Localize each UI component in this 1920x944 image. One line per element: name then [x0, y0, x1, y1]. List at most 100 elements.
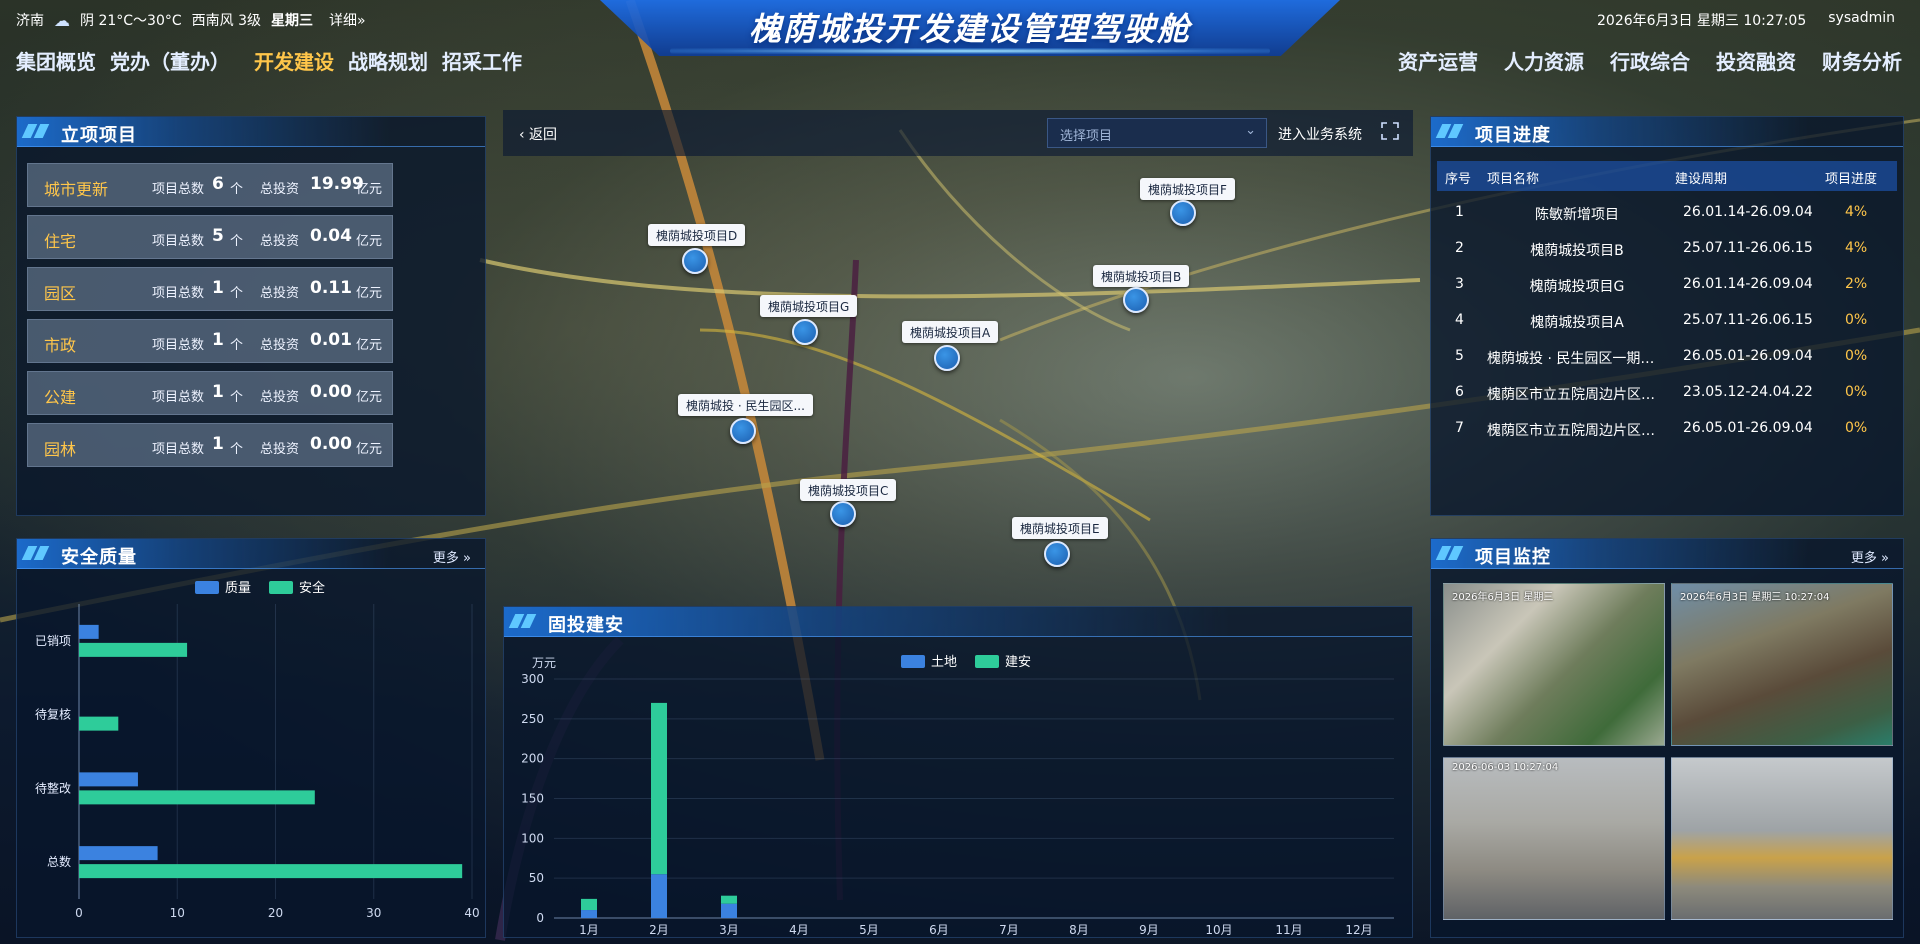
col-header-no: 序号 — [1445, 172, 1472, 187]
nav-item-development[interactable]: 开发建设 — [254, 46, 334, 75]
bar — [79, 790, 315, 805]
x-tick-label: 0 — [75, 906, 83, 920]
x-tick-label: 12月 — [1345, 923, 1372, 937]
cloudy-rain-icon: ☁ — [54, 10, 70, 30]
nav-item-party-office[interactable]: 党办（董办） — [110, 46, 230, 75]
nav-item-procurement[interactable]: 招采工作 — [442, 46, 522, 75]
panel-header: 项目进度 — [1431, 117, 1903, 147]
user-name[interactable]: sysadmin — [1828, 10, 1895, 30]
bar — [79, 864, 463, 879]
weather-detail-link[interactable]: 详细» — [329, 10, 366, 30]
count-unit: 个 — [230, 390, 244, 405]
invest-unit: 亿元 — [356, 390, 383, 405]
marker-label: 槐荫城投项目G — [760, 295, 858, 317]
row-no: 5 — [1455, 348, 1464, 364]
row-progress: 0% — [1845, 312, 1868, 328]
datetime-user: 2026年6月3日 星期三 10:27:05 sysadmin — [1597, 10, 1895, 30]
table-row[interactable]: 1 陈敏新增项目 26.01.14-26.09.04 4% — [1437, 195, 1897, 231]
nav-item-admin[interactable]: 行政综合 — [1610, 46, 1690, 75]
camera-feed-1[interactable]: 2026年6月3日 星期三 — [1443, 583, 1665, 746]
map-pin-icon — [1123, 287, 1149, 313]
count-unit: 个 — [230, 442, 244, 457]
row-name: 槐荫城投项目B — [1530, 243, 1624, 259]
camera-feed-3[interactable]: 2026-06-03 10:27:04 — [1443, 757, 1665, 920]
fixed-investment-chart: 万元 0 50 100 150 200 250 300 1月 2月 3月 4月 5月 6月 7月 8月 9月 10… — [521, 656, 1394, 937]
project-category-row[interactable]: 园林 项目总数 1 个 总投资 0.00 亿元 — [27, 423, 393, 467]
row-progress: 2% — [1845, 276, 1868, 292]
fullscreen-icon[interactable] — [1381, 122, 1399, 140]
panel-header: 固投建安 — [504, 607, 1412, 637]
row-no: 7 — [1455, 420, 1464, 436]
x-tick-label: 6月 — [929, 923, 949, 937]
marker-label: 槐荫城投项目E — [1012, 517, 1108, 539]
project-select[interactable]: 选择项目 ⌄ — [1047, 118, 1267, 148]
panel-title: 安全质量 — [61, 547, 137, 568]
more-link[interactable]: 更多 » — [433, 547, 471, 566]
x-tick-label: 9月 — [1139, 923, 1159, 937]
table-header: 序号 项目名称 建设周期 项目进度 — [1437, 161, 1897, 191]
count-value: 1 — [212, 434, 224, 454]
map-pin-icon — [934, 345, 960, 371]
panel-header: 项目监控 更多 » — [1431, 539, 1903, 569]
row-name: 槐荫区市立五院周边片区二... — [1487, 387, 1667, 403]
row-no: 6 — [1455, 384, 1464, 400]
y-tick-label: 0 — [536, 911, 544, 925]
col-header-progress: 项目进度 — [1825, 172, 1878, 187]
safety-quality-panel: 安全质量 更多 » 质量 安全 0 10 20 30 40 总数 待整改 待复核 已销项 — [16, 538, 486, 938]
camera-feed-4[interactable] — [1671, 757, 1893, 920]
invest-unit: 亿元 — [356, 286, 383, 301]
datetime-text: 2026年6月3日 星期三 10:27:05 — [1597, 13, 1807, 29]
table-row[interactable]: 4 槐荫城投项目A 25.07.11-26.06.15 0% — [1437, 303, 1897, 339]
invest-label: 总投资 — [260, 286, 300, 301]
back-button[interactable]: ‹ 返回 — [519, 124, 557, 144]
nav-item-finance[interactable]: 财务分析 — [1822, 46, 1902, 75]
row-no: 4 — [1455, 312, 1464, 328]
invest-unit: 亿元 — [356, 338, 383, 353]
bar — [581, 910, 597, 918]
y-tick-label: 200 — [521, 752, 544, 766]
chevron-down-icon: ⌄ — [1245, 123, 1256, 138]
row-name: 陈敏新增项目 — [1535, 207, 1619, 223]
nav-item-group-overview[interactable]: 集团概览 — [16, 46, 96, 75]
nav-item-hr[interactable]: 人力资源 — [1504, 46, 1584, 75]
invest-label: 总投资 — [260, 390, 300, 405]
row-no: 3 — [1455, 276, 1464, 292]
panel-title: 项目进度 — [1475, 125, 1551, 146]
weekday-text: 星期三 — [271, 13, 313, 29]
table-row[interactable]: 6 槐荫区市立五院周边片区二... 23.05.12-24.04.22 0% — [1437, 375, 1897, 411]
row-progress: 0% — [1845, 420, 1868, 436]
count-unit: 个 — [230, 234, 244, 249]
x-tick-label: 20 — [268, 906, 283, 920]
bar — [651, 702, 667, 875]
table-row[interactable]: 3 槐荫城投项目G 26.01.14-26.09.04 2% — [1437, 267, 1897, 303]
nav-left: 集团概览 党办（董办） 开发建设 战略规划 招采工作 — [16, 46, 522, 75]
count-label: 项目总数 — [152, 182, 205, 197]
project-category-row[interactable]: 市政 项目总数 1 个 总投资 0.01 亿元 — [27, 319, 393, 363]
project-category-row[interactable]: 住宅 项目总数 5 个 总投资 0.04 亿元 — [27, 215, 393, 259]
x-tick-label: 4月 — [789, 923, 809, 937]
camera-timestamp: 2026-06-03 10:27:04 — [1452, 762, 1559, 773]
camera-feed-2[interactable]: 2026年6月3日 星期三 10:27:04 — [1671, 583, 1893, 746]
map-pin-icon — [1044, 541, 1070, 567]
weather-text: 阴 21°C～30°C — [80, 13, 182, 29]
nav-item-investment[interactable]: 投资融资 — [1716, 46, 1796, 75]
project-category-row[interactable]: 城市更新 项目总数 6 个总投资 19.99 亿元 — [27, 163, 393, 207]
count-value: 1 — [212, 330, 224, 350]
panel-header: 立项项目 — [17, 117, 485, 147]
x-tick-label: 40 — [464, 906, 479, 920]
x-tick-label: 30 — [366, 906, 381, 920]
count-value: 1 — [212, 382, 224, 402]
nav-item-strategy[interactable]: 战略规划 — [348, 46, 428, 75]
more-link[interactable]: 更多 » — [1851, 547, 1889, 566]
enter-system-button[interactable]: 进入业务系统 — [1278, 124, 1362, 144]
bar — [79, 716, 119, 731]
header-stripes-icon — [1435, 546, 1465, 560]
table-row[interactable]: 2 槐荫城投项目B 25.07.11-26.06.15 4% — [1437, 231, 1897, 267]
table-row[interactable]: 7 槐荫区市立五院周边片区二... 26.05.01-26.09.04 0% — [1437, 411, 1897, 447]
project-category-row[interactable]: 公建 项目总数 1 个 总投资 0.00 亿元 — [27, 371, 393, 415]
invest-label: 总投资 — [260, 442, 300, 457]
monitor-panel: 项目监控 更多 » 2026年6月3日 星期三 2026年6月3日 星期三 10… — [1430, 538, 1904, 938]
nav-item-asset-ops[interactable]: 资产运营 — [1398, 46, 1478, 75]
table-row[interactable]: 5 槐荫城投 · 民生园区一期社... 26.05.01-26.09.04 0% — [1437, 339, 1897, 375]
project-category-row[interactable]: 园区 项目总数 1 个 总投资 0.11 亿元 — [27, 267, 393, 311]
